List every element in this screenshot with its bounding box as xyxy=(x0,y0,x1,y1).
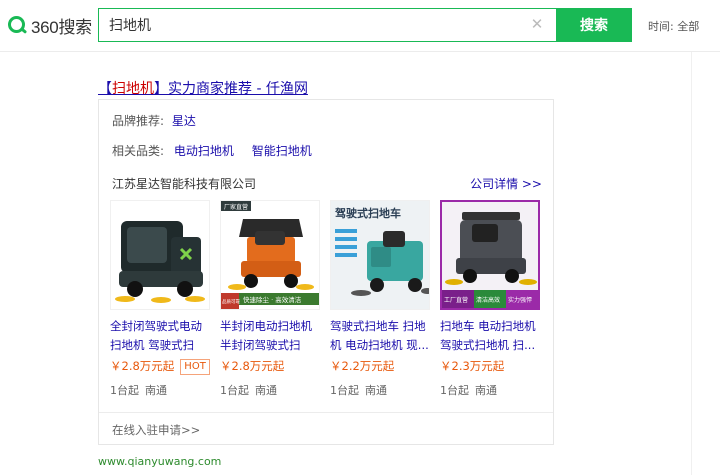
product-item[interactable]: 工厂直营 清洁高效 实力强悍 扫地车 电动扫地机 驾驶式扫地机 扫... ￥2.… xyxy=(440,200,542,398)
img-tag-corner: 品质可靠 xyxy=(222,298,240,305)
related-row: 相关品类: 电动扫地机 智能扫地机 xyxy=(112,142,326,159)
company-detail-link[interactable]: 公司详情 >> xyxy=(470,175,542,192)
product-name[interactable]: 全封闭驾驶式电动扫地机 驾驶式扫地... xyxy=(110,317,212,355)
product-moq: 1台起 xyxy=(110,384,139,397)
product-meta: 1台起 南通 xyxy=(440,382,542,398)
clear-icon[interactable]: ✕ xyxy=(528,15,546,33)
img-tag-left: 工厂直营 xyxy=(444,296,468,304)
product-name[interactable]: 驾驶式扫地车 扫地机 电动扫地机 现... xyxy=(330,317,432,355)
product-list: 全封闭驾驶式电动扫地机 驾驶式扫地... ￥2.8万元起HOT 1台起南通 厂家… xyxy=(110,200,544,400)
title-highlight: 扫地机 xyxy=(112,81,154,97)
result-title-link[interactable]: 【扫地机】实力商家推荐 - 仟渔网 xyxy=(98,78,308,98)
product-item[interactable]: 全封闭驾驶式电动扫地机 驾驶式扫地... ￥2.8万元起 HOT 1台起南通 xyxy=(110,200,212,398)
product-price: ￥2.8万元起 xyxy=(220,358,322,376)
related-item-electric[interactable]: 电动扫地机 xyxy=(174,144,234,158)
search-box: ✕ xyxy=(98,8,556,42)
product-meta: 1台起 南通 xyxy=(220,382,322,398)
logo-q-icon xyxy=(6,14,28,36)
related-item-smart[interactable]: 智能扫地机 xyxy=(252,144,312,158)
product-moq: 1台起 xyxy=(220,384,249,397)
product-price: ￥2.8万元起 HOT xyxy=(110,358,212,376)
img-tag-mid: 清洁高效 xyxy=(476,296,500,304)
product-meta: 1台起 南通 xyxy=(110,382,212,398)
title-suffix: 】实力商家推荐 - 仟渔网 xyxy=(154,81,308,97)
product-moq: 1台起 xyxy=(440,384,469,397)
product-image[interactable]: 驾驶式扫地车 xyxy=(330,200,430,310)
product-location: 南通 xyxy=(365,384,387,397)
price-text: ￥2.3万元起 xyxy=(440,359,505,373)
brand-row: 品牌推荐: 星达 xyxy=(112,112,196,129)
title-prefix: 【 xyxy=(98,81,112,97)
product-name[interactable]: 半封闭电动扫地机 半封闭驾驶式扫地... xyxy=(220,317,322,355)
product-location: 南通 xyxy=(255,384,277,397)
product-price: ￥2.3万元起 xyxy=(440,358,542,376)
related-label: 相关品类: xyxy=(112,144,165,158)
brand-link[interactable]: 星达 xyxy=(172,114,196,128)
img-title: 驾驶式扫地车 xyxy=(334,206,401,220)
product-location: 南通 xyxy=(145,384,167,397)
logo-text: 360搜索 xyxy=(31,17,92,37)
product-moq: 1台起 xyxy=(330,384,359,397)
product-item[interactable]: 厂家直营 快速除尘 · 高效清洁 品质可靠 半封闭电动扫地机 半封闭驾驶式扫地.… xyxy=(220,200,322,398)
site-url[interactable]: www.qianyuwang.com xyxy=(98,455,221,468)
product-image[interactable]: 厂家直营 快速除尘 · 高效清洁 品质可靠 xyxy=(220,200,320,310)
time-filter[interactable]: 时间: 全部 xyxy=(648,18,699,34)
img-tag-right: 实力强悍 xyxy=(508,296,532,304)
merchant-card: 品牌推荐: 星达 相关品类: 电动扫地机 智能扫地机 江苏星达智能科技有限公司 … xyxy=(98,99,554,445)
img-tag-bottom: 快速除尘 · 高效清洁 xyxy=(243,295,302,304)
card-divider xyxy=(99,412,553,413)
price-text: ￥2.8万元起 xyxy=(220,359,285,373)
brand-label: 品牌推荐: xyxy=(112,114,165,128)
product-name[interactable]: 扫地车 电动扫地机 驾驶式扫地机 扫... xyxy=(440,317,542,355)
search-input[interactable] xyxy=(99,9,519,41)
product-item[interactable]: 驾驶式扫地车 驾驶式扫地车 扫地机 电动扫地机 现... ￥2.2万元起 1台起… xyxy=(330,200,432,398)
search-button[interactable]: 搜索 xyxy=(556,8,632,42)
search-header: 360搜索 ✕ 搜索 时间: 全部 xyxy=(0,0,720,52)
price-text: ￥2.8万元起 xyxy=(110,359,175,373)
img-tag-top: 厂家直营 xyxy=(224,203,248,211)
company-name: 江苏星达智能科技有限公司 xyxy=(112,177,257,191)
product-meta: 1台起 南通 xyxy=(330,382,432,398)
sidebar-divider xyxy=(691,52,692,475)
apply-online-link[interactable]: 在线入驻申请>> xyxy=(112,422,200,438)
product-location: 南通 xyxy=(475,384,497,397)
product-image[interactable]: 工厂直营 清洁高效 实力强悍 xyxy=(440,200,540,310)
product-image[interactable] xyxy=(110,200,210,310)
hot-badge: HOT xyxy=(180,359,210,375)
product-price: ￥2.2万元起 xyxy=(330,358,432,376)
logo[interactable]: 360搜索 xyxy=(6,10,92,40)
price-text: ￥2.2万元起 xyxy=(330,359,395,373)
